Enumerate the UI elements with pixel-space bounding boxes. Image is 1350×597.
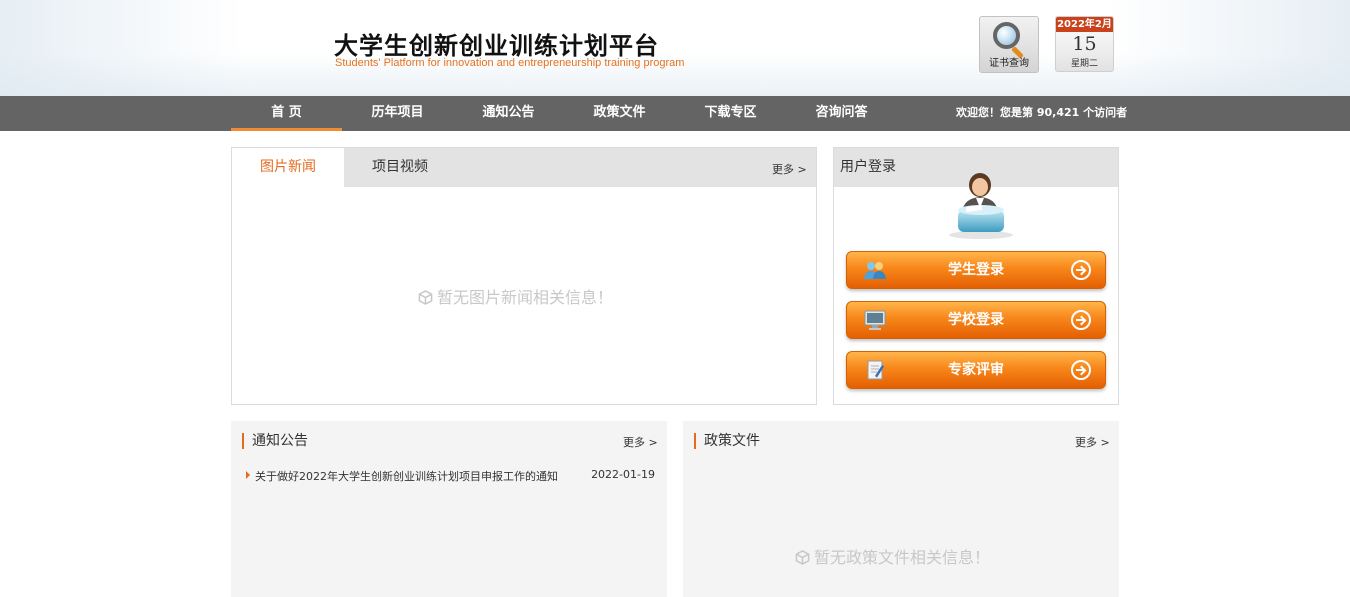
calendar-widget: 2022年2月 15 星期二 bbox=[1055, 16, 1114, 72]
calendar-day: 15 bbox=[1072, 33, 1097, 55]
nav-item-downloads[interactable]: 下载专区 bbox=[675, 96, 786, 131]
site-header: 大学生创新创业训练计划平台 Students' Platform for inn… bbox=[0, 0, 1350, 96]
notices-panel: 通知公告 更多 > 关于做好2022年大学生创新创业训练计划项目申报工作的通知 … bbox=[231, 421, 667, 597]
monitor-icon bbox=[864, 310, 886, 330]
certificate-query-button[interactable]: 证书查询 bbox=[979, 16, 1039, 73]
nav-item-policies[interactable]: 政策文件 bbox=[564, 96, 675, 131]
main-nav: 首 页 历年项目 通知公告 政策文件 下载专区 咨询问答 欢迎您！您是第 90,… bbox=[0, 96, 1350, 131]
picture-news-panel: 图片新闻 项目视频 更多 > 暂无图片新闻相关信息！ bbox=[231, 147, 817, 405]
notices-more-link[interactable]: 更多 > bbox=[623, 434, 658, 450]
user-login-panel: 用户登录 学生登录 学校登录 专家评审 bbox=[833, 147, 1119, 405]
notice-title[interactable]: 关于做好2022年大学生创新创业训练计划项目申报工作的通知 bbox=[255, 468, 558, 484]
tab-project-video[interactable]: 项目视频 bbox=[344, 148, 456, 187]
visitor-counter: 欢迎您！您是第 90,421 个访问者 bbox=[956, 106, 1128, 119]
policies-panel: 政策文件 更多 > 暂无政策文件相关信息！ bbox=[683, 421, 1119, 597]
certificate-query-label: 证书查询 bbox=[989, 58, 1029, 69]
news-more-link[interactable]: 更多 > bbox=[772, 161, 807, 177]
nav-item-past-projects[interactable]: 历年项目 bbox=[342, 96, 453, 131]
policies-empty-text: 暂无政策文件相关信息！ bbox=[814, 548, 991, 567]
expert-review-label: 专家评审 bbox=[948, 362, 1004, 378]
calendar-month: 2022年2月 bbox=[1056, 17, 1113, 32]
nav-item-home[interactable]: 首 页 bbox=[231, 96, 342, 131]
site-title: 大学生创新创业训练计划平台 bbox=[334, 32, 659, 60]
school-login-label: 学校登录 bbox=[948, 312, 1004, 328]
document-edit-icon bbox=[867, 360, 884, 380]
cube-icon bbox=[795, 550, 810, 565]
magnifier-icon bbox=[993, 22, 1020, 49]
site-subtitle: Students' Platform for innovation and en… bbox=[335, 57, 685, 69]
news-empty-text: 暂无图片新闻相关信息！ bbox=[437, 288, 614, 307]
student-login-button[interactable]: 学生登录 bbox=[846, 251, 1106, 289]
policies-empty-message: 暂无政策文件相关信息！ bbox=[795, 544, 990, 568]
arrow-right-icon bbox=[1071, 310, 1091, 330]
arrow-right-icon bbox=[1071, 360, 1091, 380]
cube-icon bbox=[418, 290, 433, 305]
notice-date: 2022-01-19 bbox=[591, 468, 655, 481]
nav-item-notices[interactable]: 通知公告 bbox=[453, 96, 564, 131]
news-empty-message: 暂无图片新闻相关信息！ bbox=[418, 284, 613, 308]
school-login-button[interactable]: 学校登录 bbox=[846, 301, 1106, 339]
tab-picture-news[interactable]: 图片新闻 bbox=[232, 148, 344, 187]
users-icon bbox=[864, 262, 886, 279]
bullet-triangle-icon bbox=[246, 471, 250, 479]
notices-panel-title: 通知公告 bbox=[242, 433, 308, 449]
news-tab-bar: 图片新闻 项目视频 更多 > bbox=[232, 148, 816, 187]
expert-review-button[interactable]: 专家评审 bbox=[846, 351, 1106, 389]
policies-more-link[interactable]: 更多 > bbox=[1075, 434, 1110, 450]
calendar-weekday: 星期二 bbox=[1070, 59, 1098, 69]
policies-panel-title: 政策文件 bbox=[694, 433, 760, 449]
user-avatar-icon bbox=[949, 173, 1013, 239]
notice-list-item[interactable]: 关于做好2022年大学生创新创业训练计划项目申报工作的通知 2022-01-19 bbox=[245, 468, 655, 484]
arrow-right-icon bbox=[1071, 260, 1091, 280]
student-login-label: 学生登录 bbox=[948, 262, 1004, 278]
nav-item-qa[interactable]: 咨询问答 bbox=[786, 96, 897, 131]
